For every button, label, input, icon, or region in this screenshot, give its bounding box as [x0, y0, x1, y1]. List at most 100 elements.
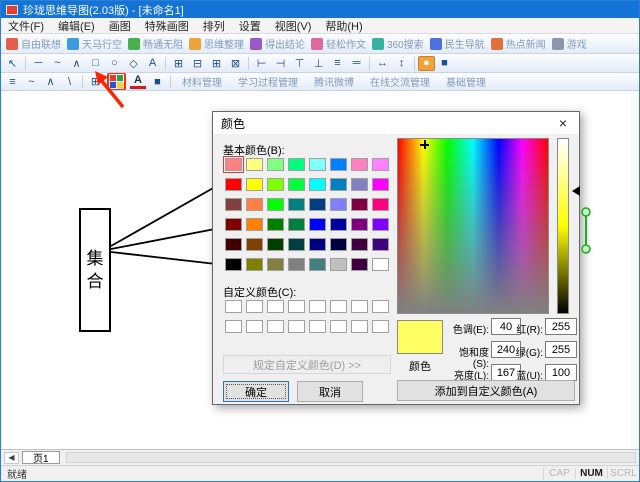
module-button-3[interactable]: 在线交流管理 [370, 74, 430, 89]
basic-color-swatch[interactable] [309, 198, 326, 211]
line-style-tool[interactable]: ~ [22, 74, 41, 90]
basic-color-swatch[interactable] [288, 178, 305, 191]
font-color-tool[interactable]: A [130, 74, 146, 89]
align-right-tool[interactable]: ⊣ [271, 55, 290, 71]
custom-color-swatch[interactable] [372, 300, 389, 313]
basic-color-swatch[interactable] [246, 218, 263, 231]
group-tool[interactable]: ■ [435, 55, 454, 71]
basic-color-swatch[interactable] [225, 158, 242, 171]
basic-color-swatch[interactable] [267, 178, 284, 191]
custom-color-swatch[interactable] [246, 300, 263, 313]
app-button-9[interactable]: 游戏 [552, 36, 587, 51]
column-tool[interactable]: ⊞ [207, 55, 226, 71]
green-input[interactable] [545, 341, 577, 358]
custom-color-swatch[interactable] [267, 300, 284, 313]
module-button-2[interactable]: 腾讯微博 [314, 74, 354, 89]
menu-help[interactable]: 帮助(H) [318, 17, 369, 35]
basic-color-swatch[interactable] [330, 258, 347, 271]
align-left-tool[interactable]: ⊢ [252, 55, 271, 71]
app-button-2[interactable]: 畅通无阻 [128, 36, 183, 51]
app-button-1[interactable]: 天马行空 [67, 36, 122, 51]
menu-special-draw[interactable]: 特殊画图 [138, 17, 196, 35]
custom-color-swatch[interactable] [288, 320, 305, 333]
align-middle-tool[interactable]: ═ [347, 55, 366, 71]
fill-color-tool[interactable]: ■ [148, 74, 167, 90]
basic-color-swatch[interactable] [372, 198, 389, 211]
basic-color-swatch[interactable] [372, 218, 389, 231]
custom-color-swatch[interactable] [351, 300, 368, 313]
align-top-tool[interactable]: ⊤ [290, 55, 309, 71]
basic-color-swatch[interactable] [351, 238, 368, 251]
menu-arrange[interactable]: 排列 [196, 17, 232, 35]
custom-color-swatch[interactable] [330, 320, 347, 333]
basic-color-swatch[interactable] [288, 258, 305, 271]
custom-color-swatch[interactable] [351, 320, 368, 333]
distribute-v-tool[interactable]: ↕ [392, 55, 411, 71]
luminance-arrow[interactable] [572, 186, 580, 196]
align-center-tool[interactable]: ≡ [328, 55, 347, 71]
horizontal-scrollbar[interactable] [66, 452, 636, 463]
slash-tool[interactable]: \ [60, 74, 79, 90]
ellipse-tool[interactable]: ○ [105, 55, 124, 71]
module-button-1[interactable]: 学习过程管理 [238, 74, 298, 89]
basic-color-swatch[interactable] [372, 238, 389, 251]
mindmap-node[interactable]: 集合 [79, 208, 111, 332]
red-input[interactable] [545, 318, 577, 335]
basic-color-swatch[interactable] [267, 198, 284, 211]
basic-color-swatch[interactable] [309, 238, 326, 251]
blue-input[interactable] [545, 364, 577, 381]
basic-color-swatch[interactable] [267, 258, 284, 271]
ok-button[interactable]: 确定 [223, 381, 289, 402]
custom-color-swatch[interactable] [309, 320, 326, 333]
app-button-3[interactable]: 思维整理 [189, 36, 244, 51]
basic-color-swatch[interactable] [372, 158, 389, 171]
basic-color-swatch[interactable] [246, 198, 263, 211]
basic-color-swatch[interactable] [372, 258, 389, 271]
basic-color-swatch[interactable] [225, 238, 242, 251]
basic-color-swatch[interactable] [309, 178, 326, 191]
line-width-tool[interactable]: ≡ [3, 74, 22, 90]
menu-edit[interactable]: 编辑(E) [51, 17, 102, 35]
basic-color-swatch[interactable] [246, 178, 263, 191]
basic-color-swatch[interactable] [225, 258, 242, 271]
add-to-custom-colors-button[interactable]: 添加到自定义颜色(A) [397, 380, 575, 401]
menu-settings[interactable]: 设置 [232, 17, 268, 35]
basic-color-swatch[interactable] [267, 238, 284, 251]
menu-view[interactable]: 视图(V) [268, 17, 319, 35]
module-button-4[interactable]: 基础管理 [446, 74, 486, 89]
arrow-style-tool[interactable]: ∧ [41, 74, 60, 90]
basic-color-swatch[interactable] [351, 198, 368, 211]
app-button-6[interactable]: 360搜索 [372, 36, 424, 51]
module-button-0[interactable]: 材料管理 [182, 74, 222, 89]
app-button-0[interactable]: 自由联想 [6, 36, 61, 51]
custom-color-swatch[interactable] [288, 300, 305, 313]
basic-color-swatch[interactable] [330, 158, 347, 171]
align-bottom-tool[interactable]: ⊥ [309, 55, 328, 71]
custom-color-swatch[interactable] [225, 320, 242, 333]
dialog-title-bar[interactable]: 颜色 [213, 112, 579, 134]
custom-color-swatch[interactable] [225, 300, 242, 313]
basic-color-swatch[interactable] [267, 158, 284, 171]
hue-saturation-field[interactable] [397, 138, 549, 314]
basic-color-swatch[interactable] [309, 158, 326, 171]
basic-color-swatch[interactable] [372, 178, 389, 191]
select-tool[interactable]: ↖ [3, 55, 22, 71]
merge-tool[interactable]: ⊠ [226, 55, 245, 71]
menu-draw[interactable]: 画图 [102, 17, 138, 35]
basic-color-swatch[interactable] [288, 218, 305, 231]
basic-color-swatch[interactable] [351, 178, 368, 191]
basic-color-swatch[interactable] [330, 218, 347, 231]
basic-color-swatch[interactable] [330, 198, 347, 211]
app-button-7[interactable]: 民生导航 [430, 36, 485, 51]
curve-tool[interactable]: ~ [48, 55, 67, 71]
tab-nav-left-icon[interactable]: ◀ [4, 452, 19, 464]
rect-tool[interactable]: □ [86, 55, 105, 71]
app-button-4[interactable]: 得出结论 [250, 36, 305, 51]
basic-color-swatch[interactable] [351, 158, 368, 171]
basic-color-swatch[interactable] [288, 238, 305, 251]
basic-color-swatch[interactable] [351, 258, 368, 271]
distribute-h-tool[interactable]: ↔ [373, 55, 392, 71]
app-button-8[interactable]: 热点新闻 [491, 36, 546, 51]
basic-color-swatch[interactable] [309, 258, 326, 271]
basic-color-swatch[interactable] [288, 198, 305, 211]
